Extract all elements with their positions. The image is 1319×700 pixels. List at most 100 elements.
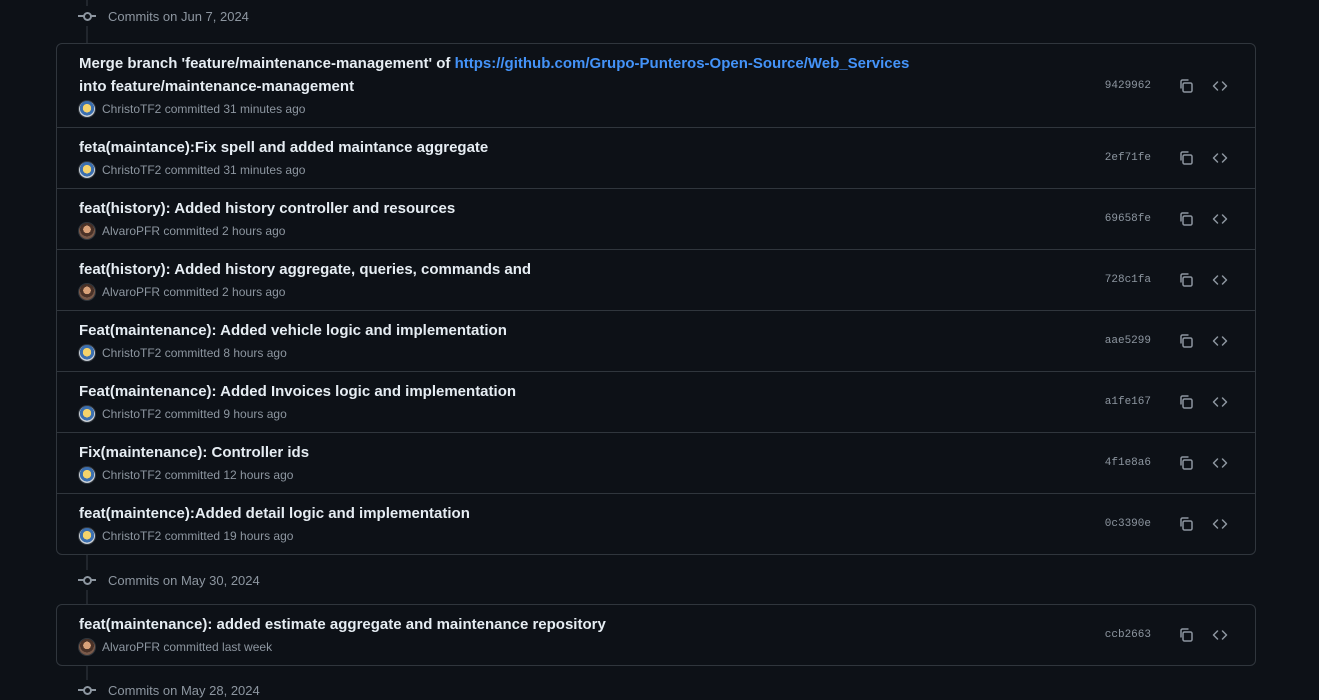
commit-row: Feat(maintenance): Added Invoices logic … — [57, 371, 1255, 432]
copy-icon[interactable] — [1173, 623, 1199, 647]
commit-list: feat(maintenance): added estimate aggreg… — [56, 604, 1256, 666]
code-icon[interactable] — [1207, 512, 1233, 536]
commit-actions: a1fe167 — [1105, 390, 1233, 414]
copy-icon[interactable] — [1173, 329, 1199, 353]
git-commit-icon — [78, 683, 96, 697]
commit-actions: 0c3390e — [1105, 512, 1233, 536]
commit-author[interactable]: ChristoTF2 — [102, 102, 161, 116]
code-icon[interactable] — [1207, 207, 1233, 231]
git-commit-icon — [78, 9, 96, 23]
commit-message[interactable]: Merge branch 'feature/maintenance-manage… — [79, 44, 939, 98]
commit-group-header: Commits on May 28, 2024 — [78, 680, 260, 700]
commit-author[interactable]: ChristoTF2 — [102, 346, 161, 360]
commit-message[interactable]: Feat(maintenance): Added vehicle logic a… — [79, 311, 939, 342]
commit-sha[interactable]: ccb2663 — [1105, 629, 1151, 641]
code-icon[interactable] — [1207, 268, 1233, 292]
code-icon[interactable] — [1207, 74, 1233, 98]
commit-author[interactable]: AlvaroPFR — [102, 640, 160, 654]
commit-sha[interactable]: aae5299 — [1105, 335, 1151, 347]
commit-time: committed 12 hours ago — [164, 468, 294, 482]
commit-group-header: Commits on May 30, 2024 — [78, 570, 260, 590]
avatar[interactable] — [79, 162, 95, 178]
commit-actions: 2ef71fe — [1105, 146, 1233, 170]
commit-sha[interactable]: 69658fe — [1105, 213, 1151, 225]
commit-author[interactable]: AlvaroPFR — [102, 285, 160, 299]
commit-author[interactable]: ChristoTF2 — [102, 163, 161, 177]
copy-icon[interactable] — [1173, 512, 1199, 536]
commit-author[interactable]: ChristoTF2 — [102, 407, 161, 421]
commit-meta: ChristoTF2 committed 9 hours ago — [79, 406, 1255, 431]
commit-row: feat(history): Added history controller … — [57, 188, 1255, 249]
commit-actions: ccb2663 — [1105, 623, 1233, 647]
commit-row: Merge branch 'feature/maintenance-manage… — [57, 44, 1255, 127]
commit-message[interactable]: feat(maintenance): added estimate aggreg… — [79, 605, 939, 636]
commit-row: feat(history): Added history aggregate, … — [57, 249, 1255, 310]
commit-sha[interactable]: a1fe167 — [1105, 396, 1151, 408]
commit-message[interactable]: feat(history): Added history controller … — [79, 189, 939, 220]
commit-sha[interactable]: 728c1fa — [1105, 274, 1151, 286]
commit-time: committed 2 hours ago — [163, 285, 286, 299]
commit-message-link[interactable]: https://github.com/Grupo-Punteros-Open-S… — [455, 55, 910, 72]
code-icon[interactable] — [1207, 146, 1233, 170]
avatar[interactable] — [79, 284, 95, 300]
copy-icon[interactable] — [1173, 268, 1199, 292]
avatar[interactable] — [79, 223, 95, 239]
commit-group-header: Commits on Jun 7, 2024 — [78, 6, 249, 26]
commit-meta: ChristoTF2 committed 8 hours ago — [79, 345, 1255, 370]
avatar[interactable] — [79, 528, 95, 544]
commit-group-date: Commits on May 28, 2024 — [108, 682, 260, 698]
code-icon[interactable] — [1207, 451, 1233, 475]
commit-time: committed 31 minutes ago — [164, 102, 306, 116]
commit-actions: 69658fe — [1105, 207, 1233, 231]
commit-time: committed 9 hours ago — [164, 407, 287, 421]
commit-row: feat(maintenance): added estimate aggreg… — [57, 605, 1255, 665]
commit-group-date: Commits on Jun 7, 2024 — [108, 8, 249, 24]
avatar[interactable] — [79, 101, 95, 117]
code-icon[interactable] — [1207, 329, 1233, 353]
commit-time: committed 2 hours ago — [163, 224, 286, 238]
commit-message[interactable]: feat(maintence):Added detail logic and i… — [79, 494, 939, 525]
commit-group-date: Commits on May 30, 2024 — [108, 572, 260, 588]
code-icon[interactable] — [1207, 390, 1233, 414]
commit-message[interactable]: feta(maintance):Fix spell and added main… — [79, 128, 939, 159]
commit-time: committed 31 minutes ago — [164, 163, 306, 177]
commit-row: feat(maintence):Added detail logic and i… — [57, 493, 1255, 554]
copy-icon[interactable] — [1173, 207, 1199, 231]
code-icon[interactable] — [1207, 623, 1233, 647]
commit-time: committed last week — [163, 640, 273, 654]
commit-author[interactable]: AlvaroPFR — [102, 224, 160, 238]
commit-sha[interactable]: 4f1e8a6 — [1105, 457, 1151, 469]
copy-icon[interactable] — [1173, 146, 1199, 170]
commit-sha[interactable]: 2ef71fe — [1105, 152, 1151, 164]
commit-actions: aae5299 — [1105, 329, 1233, 353]
commit-author[interactable]: ChristoTF2 — [102, 468, 161, 482]
avatar[interactable] — [79, 406, 95, 422]
commit-message[interactable]: Feat(maintenance): Added Invoices logic … — [79, 372, 939, 403]
commit-actions: 9429962 — [1105, 74, 1233, 98]
commit-meta: ChristoTF2 committed 31 minutes ago — [79, 162, 1255, 187]
commit-meta: ChristoTF2 committed 31 minutes ago — [79, 101, 1255, 126]
copy-icon[interactable] — [1173, 74, 1199, 98]
commit-time: committed 8 hours ago — [164, 346, 287, 360]
avatar[interactable] — [79, 467, 95, 483]
commit-row: Feat(maintenance): Added vehicle logic a… — [57, 310, 1255, 371]
commit-message[interactable]: Fix(maintenance): Controller ids — [79, 433, 939, 464]
commit-row: feta(maintance):Fix spell and added main… — [57, 127, 1255, 188]
commit-sha[interactable]: 0c3390e — [1105, 518, 1151, 530]
avatar[interactable] — [79, 639, 95, 655]
avatar[interactable] — [79, 345, 95, 361]
commit-meta: AlvaroPFR committed 2 hours ago — [79, 223, 1255, 248]
commit-author[interactable]: ChristoTF2 — [102, 529, 161, 543]
commit-actions: 4f1e8a6 — [1105, 451, 1233, 475]
commit-meta: AlvaroPFR committed 2 hours ago — [79, 284, 1255, 309]
git-commit-icon — [78, 573, 96, 587]
commit-actions: 728c1fa — [1105, 268, 1233, 292]
commit-message[interactable]: feat(history): Added history aggregate, … — [79, 250, 939, 281]
commit-meta: AlvaroPFR committed last week — [79, 639, 1255, 664]
commit-time: committed 19 hours ago — [164, 529, 294, 543]
copy-icon[interactable] — [1173, 390, 1199, 414]
commit-sha[interactable]: 9429962 — [1105, 80, 1151, 92]
copy-icon[interactable] — [1173, 451, 1199, 475]
commit-row: Fix(maintenance): Controller ids Christo… — [57, 432, 1255, 493]
commit-list: Merge branch 'feature/maintenance-manage… — [56, 43, 1256, 555]
